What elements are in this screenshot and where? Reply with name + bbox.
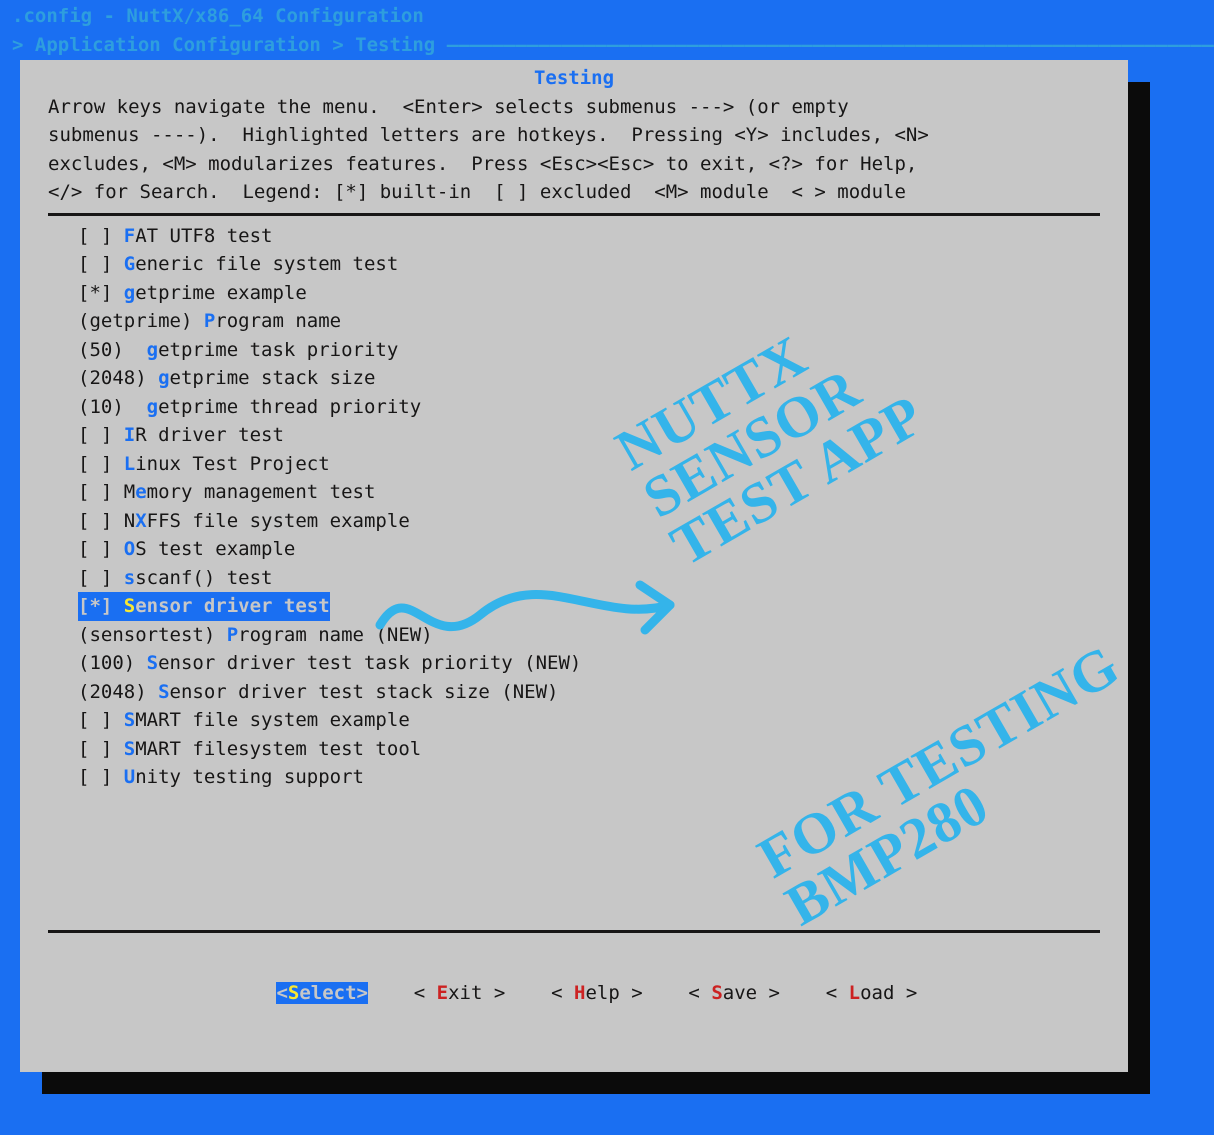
menu-item[interactable]: [*] Sensor driver test xyxy=(78,592,330,621)
item-label: ensor driver test stack size (NEW) xyxy=(170,681,559,703)
item-prefix: [ ] xyxy=(78,253,124,275)
breadcrumb: > Application Configuration > Testing ——… xyxy=(0,31,1214,64)
hotkey: S xyxy=(124,595,135,617)
save-button[interactable]: < Save > xyxy=(688,982,780,1004)
item-label: R driver test xyxy=(135,424,284,446)
hotkey: I xyxy=(124,424,135,446)
help-button[interactable]: < Help > xyxy=(551,982,643,1004)
item-prefix: [ ] xyxy=(78,766,124,788)
menu-item[interactable]: [ ] Memory management test xyxy=(48,478,1100,507)
item-label: eneric file system test xyxy=(135,253,398,275)
help-line: excludes, <M> modularizes features. Pres… xyxy=(48,150,1100,179)
menu-item[interactable]: [ ] IR driver test xyxy=(48,421,1100,450)
breadcrumb-text: > Application Configuration > Testing xyxy=(12,34,447,56)
item-label: ensor driver test task priority (NEW) xyxy=(158,652,581,674)
item-prefix: (100) xyxy=(78,652,147,674)
item-label: MART filesystem test tool xyxy=(135,738,421,760)
item-prefix: (sensortest) xyxy=(78,624,227,646)
item-prefix: (getprime) xyxy=(78,310,204,332)
hotkey: g xyxy=(147,396,158,418)
hotkey: U xyxy=(124,766,135,788)
hotkey: P xyxy=(227,624,238,646)
hotkey: e xyxy=(135,481,146,503)
hotkey: S xyxy=(124,709,135,731)
hotkey: X xyxy=(135,510,146,532)
item-label: AT UTF8 test xyxy=(135,225,272,247)
button-row: <Select> < Exit > < Help > < Save > < Lo… xyxy=(20,933,1128,1055)
item-prefix: [ ] xyxy=(78,567,124,589)
item-label: MART file system example xyxy=(135,709,410,731)
item-label: etprime example xyxy=(135,282,307,304)
help-text: Arrow keys navigate the menu. <Enter> se… xyxy=(20,93,1128,213)
item-label: mory management test xyxy=(147,481,376,503)
config-panel: Testing Arrow keys navigate the menu. <E… xyxy=(20,60,1128,1072)
item-label: ensor driver test xyxy=(135,595,329,617)
menu-item[interactable]: [ ] SMART filesystem test tool xyxy=(48,735,1100,764)
load-button[interactable]: < Load > xyxy=(826,982,918,1004)
hotkey: F xyxy=(124,225,135,247)
config-title: .config - NuttX/x86_64 Configuration xyxy=(0,0,1214,31)
menu-item[interactable]: [ ] Linux Test Project xyxy=(48,450,1100,479)
item-prefix: [ ] M xyxy=(78,481,135,503)
item-label: scanf() test xyxy=(135,567,272,589)
item-prefix: [ ] xyxy=(78,225,124,247)
hotkey: g xyxy=(158,367,169,389)
menu-item[interactable]: [ ] FAT UTF8 test xyxy=(48,222,1100,251)
item-prefix: (2048) xyxy=(78,367,158,389)
item-label: inux Test Project xyxy=(135,453,329,475)
item-label: etprime stack size xyxy=(170,367,376,389)
menu-item[interactable]: [ ] SMART file system example xyxy=(48,706,1100,735)
menu-item[interactable]: (getprime) Program name xyxy=(48,307,1100,336)
item-prefix: [ ] xyxy=(78,538,124,560)
menu-item[interactable]: (10) getprime thread priority xyxy=(48,393,1100,422)
item-label: FFS file system example xyxy=(147,510,410,532)
menu-item[interactable]: [ ] sscanf() test xyxy=(48,564,1100,593)
breadcrumb-rule: ————————————————————————————————————————… xyxy=(447,31,1214,60)
menu-item[interactable]: (50) getprime task priority xyxy=(48,336,1100,365)
hotkey: O xyxy=(124,538,135,560)
menu-item[interactable]: (2048) getprime stack size xyxy=(48,364,1100,393)
menu-item[interactable]: (100) Sensor driver test task priority (… xyxy=(48,649,1100,678)
hotkey: g xyxy=(124,282,135,304)
item-prefix: [ ] xyxy=(78,709,124,731)
item-prefix: (2048) xyxy=(78,681,158,703)
item-label: rogram name (NEW) xyxy=(238,624,432,646)
page-title: Testing xyxy=(20,60,1128,93)
menu-item[interactable]: (sensortest) Program name (NEW) xyxy=(48,621,1100,650)
help-line: </> for Search. Legend: [*] built-in [ ]… xyxy=(48,178,1100,207)
item-label: rogram name xyxy=(215,310,341,332)
menu-list[interactable]: [ ] FAT UTF8 test[ ] Generic file system… xyxy=(48,213,1100,933)
item-prefix: [*] xyxy=(78,595,124,617)
menu-item[interactable]: (2048) Sensor driver test stack size (NE… xyxy=(48,678,1100,707)
hotkey: P xyxy=(204,310,215,332)
item-prefix: (50) xyxy=(78,339,147,361)
menu-item[interactable]: [*] getprime example xyxy=(48,279,1100,308)
item-label: etprime task priority xyxy=(158,339,398,361)
menu-item[interactable]: [ ] Generic file system test xyxy=(48,250,1100,279)
hotkey: S xyxy=(158,681,169,703)
exit-button[interactable]: < Exit > xyxy=(414,982,506,1004)
item-label: nity testing support xyxy=(135,766,364,788)
hotkey: S xyxy=(147,652,158,674)
item-prefix: [*] xyxy=(78,282,124,304)
help-line: submenus ----). Highlighted letters are … xyxy=(48,121,1100,150)
select-button[interactable]: <Select> xyxy=(276,982,368,1004)
item-prefix: [ ] xyxy=(78,738,124,760)
menu-item[interactable]: [ ] Unity testing support xyxy=(48,763,1100,792)
hotkey: S xyxy=(124,738,135,760)
hotkey: s xyxy=(124,567,135,589)
hotkey: G xyxy=(124,253,135,275)
menu-item[interactable]: [ ] OS test example xyxy=(48,535,1100,564)
item-label: S test example xyxy=(135,538,295,560)
menu-item[interactable]: [ ] NXFFS file system example xyxy=(48,507,1100,536)
item-prefix: [ ] xyxy=(78,424,124,446)
item-prefix: (10) xyxy=(78,396,147,418)
item-label: etprime thread priority xyxy=(158,396,421,418)
hotkey: L xyxy=(124,453,135,475)
hotkey: g xyxy=(147,339,158,361)
item-prefix: [ ] xyxy=(78,453,124,475)
item-prefix: [ ] N xyxy=(78,510,135,532)
help-line: Arrow keys navigate the menu. <Enter> se… xyxy=(48,93,1100,122)
